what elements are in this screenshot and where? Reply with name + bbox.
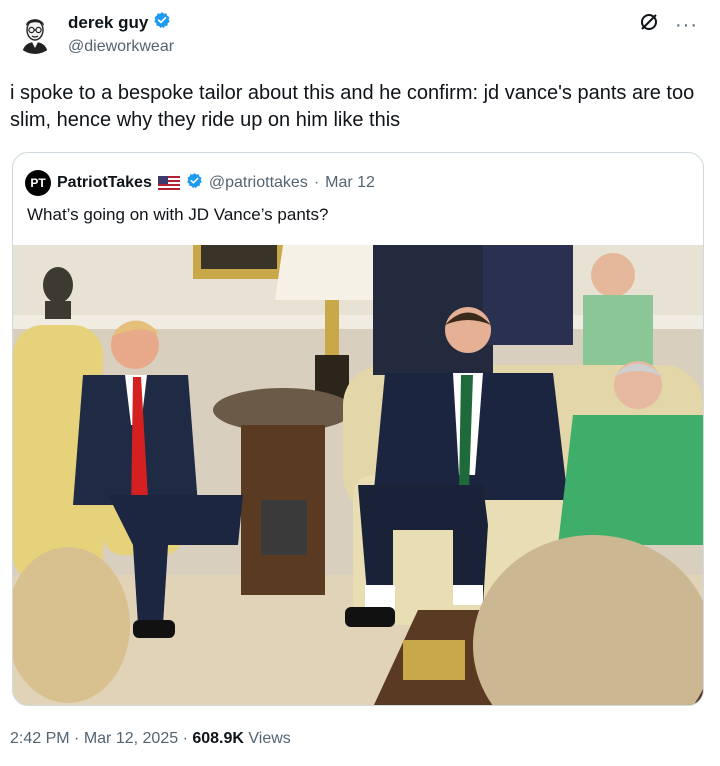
- avatar[interactable]: [14, 12, 56, 54]
- separator-dot: ·: [182, 730, 188, 747]
- tweet-footer: 2:42 PM · Mar 12, 2025 · 608.9K Views: [10, 730, 291, 748]
- separator-dot: ·: [313, 174, 320, 191]
- tweet-time[interactable]: 2:42 PM: [10, 730, 70, 747]
- quoted-handle[interactable]: @patriottakes: [209, 174, 308, 192]
- separator-dot: ·: [74, 730, 80, 747]
- verified-badge-icon: [186, 172, 203, 194]
- top-actions: ···: [639, 12, 698, 37]
- avatar-illustration: [14, 12, 56, 54]
- quoted-tweet-text: What’s going on with JD Vance’s pants?: [27, 205, 329, 224]
- author-handle[interactable]: @dieworkwear: [68, 38, 174, 56]
- quoted-avatar[interactable]: PT: [25, 170, 51, 196]
- author-display-name[interactable]: derek guy: [68, 13, 148, 33]
- quoted-tweet-header: PT PatriotTakes @patriottakes · Mar 12: [25, 170, 375, 196]
- verified-badge-icon: [153, 11, 171, 34]
- more-icon[interactable]: ···: [675, 15, 698, 35]
- quoted-tweet[interactable]: PT PatriotTakes @patriottakes · Mar 12 W…: [12, 152, 704, 706]
- us-flag-icon: [157, 176, 180, 190]
- quoted-display-name[interactable]: PatriotTakes: [57, 174, 152, 192]
- views-count: 608.9K: [192, 730, 244, 747]
- tweet-date[interactable]: Mar 12, 2025: [84, 730, 178, 747]
- tweet-text: i spoke to a bespoke tailor about this a…: [10, 82, 695, 131]
- views-label: Views: [248, 730, 291, 747]
- author-info: derek guy @dieworkwear: [68, 11, 174, 56]
- grok-icon[interactable]: [639, 12, 659, 37]
- quoted-date[interactable]: Mar 12: [325, 174, 375, 192]
- quoted-photo[interactable]: [13, 245, 703, 706]
